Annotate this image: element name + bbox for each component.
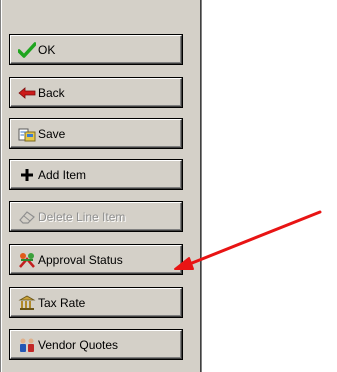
annotation-arrow bbox=[174, 210, 322, 270]
